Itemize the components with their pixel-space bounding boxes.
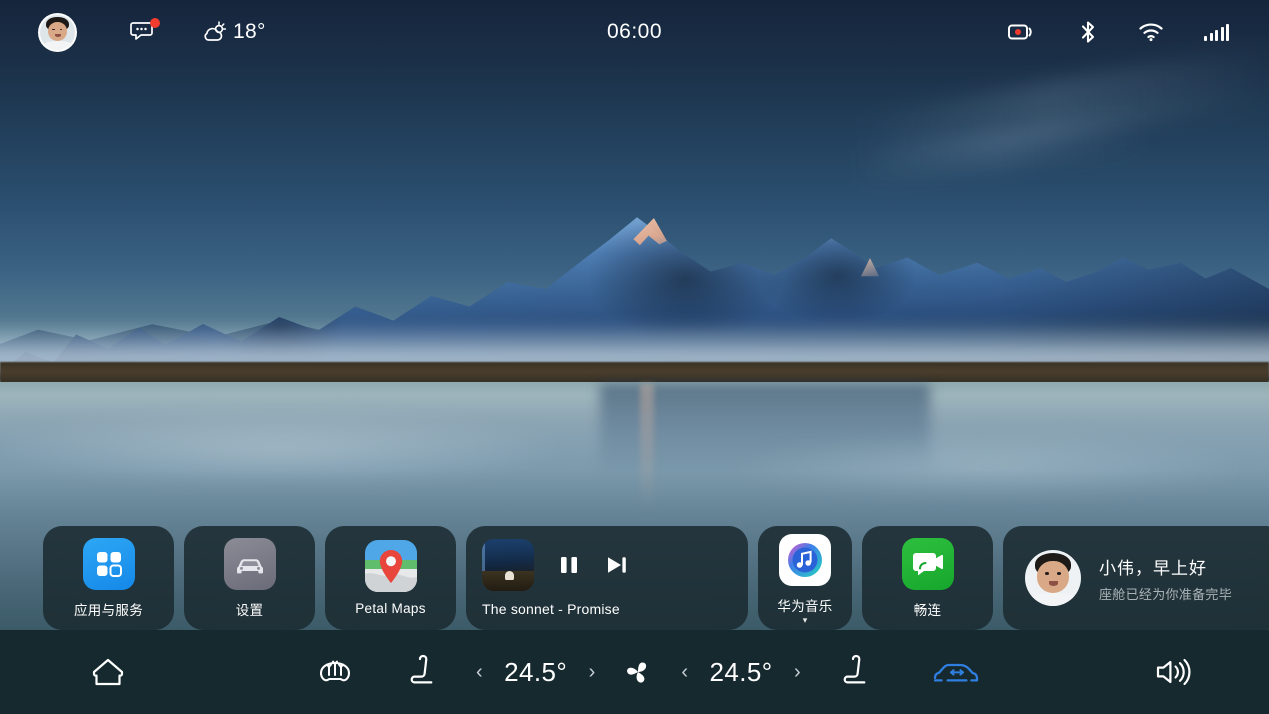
dock-app-settings[interactable]: 设置 — [184, 526, 315, 630]
dock-app-label: 设置 — [235, 602, 264, 618]
driver-seat-icon — [410, 654, 433, 684]
weather-widget[interactable]: 18° — [202, 20, 266, 44]
air-recirculation-icon — [933, 663, 978, 682]
home-button[interactable] — [88, 654, 128, 690]
passenger-seat-button[interactable] — [839, 653, 875, 691]
temp-right-increase[interactable]: › — [794, 662, 801, 682]
avatar-face-large — [1025, 550, 1081, 606]
pause-button[interactable] — [556, 552, 582, 578]
grid-apps-icon — [82, 537, 135, 590]
next-track-button[interactable] — [604, 552, 630, 578]
temp-right-decrease[interactable]: ‹ — [681, 662, 688, 682]
next-track-icon — [608, 557, 626, 573]
forest-album-art — [482, 539, 534, 591]
air-recirculation-button[interactable] — [929, 656, 985, 688]
dock-app-meetime[interactable]: 畅连 — [862, 526, 993, 630]
dock-app-petal-maps[interactable]: Petal Maps — [325, 526, 456, 630]
partly-cloudy-icon — [204, 21, 227, 41]
clock: 06:00 — [606, 20, 663, 43]
volume-icon — [1156, 658, 1191, 686]
fan-icon — [627, 662, 647, 683]
avatar[interactable] — [38, 12, 77, 52]
temp-left-decrease[interactable]: ‹ — [476, 662, 483, 682]
greeting-card[interactable]: 小伟，早上好 座舱已经为你准备完毕 — [1003, 526, 1269, 630]
dashcam-button[interactable] — [1008, 21, 1038, 43]
dock: 应用与服务 设置 Petal Maps The sonnet - Promise… — [0, 526, 1269, 630]
media-track-title: The sonnet - Promise — [482, 601, 620, 617]
bluetooth-button[interactable] — [1078, 20, 1098, 44]
wifi-button[interactable] — [1138, 22, 1164, 42]
music-note-icon — [779, 533, 831, 586]
temp-left-value: 24.5° — [504, 656, 568, 687]
chevron-down-icon[interactable]: ▾ — [803, 615, 808, 624]
avatar-face — [40, 15, 75, 50]
greeting-subtitle: 座舱已经为你准备完毕 — [1099, 586, 1233, 602]
signal-button[interactable] — [1204, 23, 1229, 41]
dock-media-player[interactable]: The sonnet - Promise — [466, 526, 748, 630]
greeting-title: 小伟，早上好 — [1099, 558, 1207, 578]
dashcam-icon — [1008, 24, 1032, 40]
dock-app-huawei-music[interactable]: 华为音乐 ▾ — [758, 526, 852, 630]
messages-button[interactable] — [130, 18, 160, 44]
temp-control-right: ‹ 24.5° › — [681, 657, 800, 688]
steering-wheel-heat-icon — [319, 660, 351, 682]
pause-icon — [561, 557, 577, 573]
steering-wheel-heat-button[interactable] — [314, 654, 356, 690]
temp-left-increase[interactable]: › — [589, 662, 596, 682]
status-bar-left: 18° — [0, 12, 266, 52]
status-bar: 18° 06:00 — [0, 0, 1269, 64]
passenger-seat-icon — [843, 654, 866, 684]
temp-control-left: ‹ 24.5° › — [476, 657, 595, 688]
bottom-control-bar: ‹ 24.5° › ‹ 24.5° › — [0, 630, 1269, 714]
home-icon — [92, 658, 124, 686]
weather-temp: 18° — [233, 20, 266, 43]
status-bar-right — [1008, 20, 1269, 44]
bluetooth-icon — [1081, 21, 1095, 43]
avatar-large — [1025, 550, 1081, 606]
driver-seat-button[interactable] — [406, 653, 442, 691]
temp-right-value: 24.5° — [709, 656, 773, 687]
media-controls-row — [482, 539, 630, 591]
map-pin-icon — [364, 540, 417, 592]
volume-button[interactable] — [1153, 655, 1195, 689]
fan-button[interactable] — [619, 653, 657, 691]
greeting-text: 小伟，早上好 座舱已经为你准备完毕 — [1099, 554, 1232, 603]
dock-app-apps-services[interactable]: 应用与服务 — [43, 526, 174, 630]
dock-app-label: 畅连 — [913, 602, 942, 618]
notification-badge — [150, 18, 160, 28]
meetime-chat-icon — [901, 537, 954, 590]
dock-app-label: 华为音乐 — [777, 598, 833, 614]
car-settings-icon — [223, 537, 276, 590]
dock-app-label: 应用与服务 — [74, 602, 143, 618]
dock-app-label: Petal Maps — [355, 601, 426, 616]
wifi-icon — [1139, 23, 1163, 42]
